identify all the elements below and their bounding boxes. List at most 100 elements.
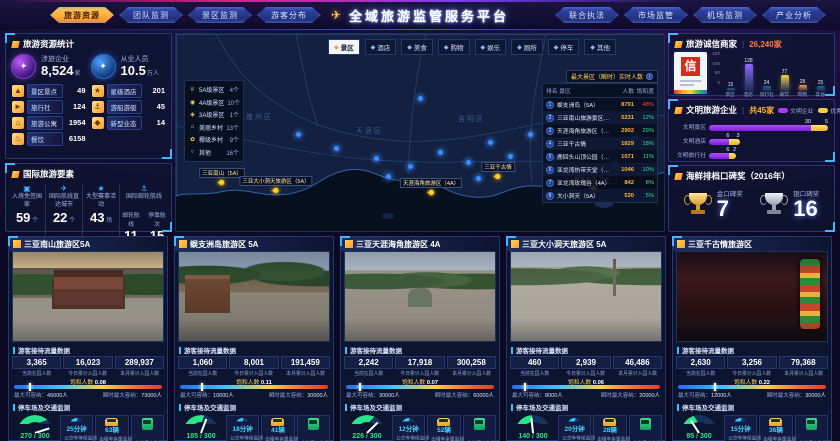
- legend-label: 3A级景区: [199, 110, 224, 119]
- visitor-stat-value: 460: [510, 356, 559, 369]
- pin-label: 三亚南山（5A）: [199, 168, 245, 178]
- instant-capacity: 瞬时最大容纳：20000人: [601, 391, 660, 399]
- live-video-feed[interactable]: [12, 251, 164, 342]
- poi-dot[interactable]: [488, 140, 493, 145]
- legend-count: 13个: [226, 123, 239, 132]
- visitor-stat: 289,937本月累计入园人数: [115, 356, 164, 377]
- nav-tab[interactable]: 联合执法: [555, 7, 619, 23]
- scenic-card-title: 三亚千古情旅游区: [688, 239, 752, 250]
- visitor-stats-row: 2,242当前在园人数17,918今日累计入园人数300,258本月累计入园人数: [341, 356, 499, 377]
- ranking-row[interactable]: 8大小洞天（5A）5305%: [543, 189, 657, 202]
- instant-capacity: 瞬时最大容纳：60000人: [435, 391, 494, 399]
- poi-dot[interactable]: [296, 132, 301, 137]
- map-filter-active[interactable]: ◆景区: [328, 39, 360, 55]
- scenic-area-card: 三亚南山旅游区5A游客接待流量数据3,365当前在园人数16,023今日累计入园…: [8, 236, 168, 441]
- shuttle-bus-tile: 旅游巴士监测: [463, 415, 496, 441]
- traffic-section-header: 停车场及交通监测: [341, 399, 499, 413]
- poi-dot[interactable]: [408, 164, 413, 169]
- nav-tab[interactable]: 游客分布: [257, 7, 321, 23]
- panel-tourism-resources: 旅游资源统计 ✦涉旅企业8,524家✦从业人员10.5万人 ▲景区景点49★星级…: [5, 33, 172, 159]
- ranking-row[interactable]: 6亚龙湾热带天堂（4A）104610%: [543, 163, 657, 176]
- badge-line: [680, 80, 701, 82]
- legend-count: 4个: [230, 85, 239, 94]
- map-filter-label: 停车: [560, 42, 573, 52]
- rank-badge: 7: [546, 179, 554, 187]
- map-filter-item[interactable]: ◆厕所: [511, 39, 543, 55]
- panel-header: 旅游诚信商家 | 26,240家: [669, 34, 834, 52]
- nav-tab[interactable]: 团队监测: [119, 7, 183, 23]
- bar-value: 128: [744, 58, 752, 64]
- max-capacity-value: 12000人: [711, 393, 732, 399]
- pin-label: 三亚千古情: [481, 162, 515, 172]
- scenic-map-pin[interactable]: 天涯海角旅游区（4A）: [400, 178, 462, 196]
- bus-wait-value: 25分钟: [62, 426, 91, 434]
- ranking-row[interactable]: 1蜈支洲岛（5A）879148%: [543, 98, 657, 111]
- bus-wait-value: 12分钟: [394, 426, 423, 434]
- max-capacity: 最大可容纳：30000人: [346, 391, 400, 399]
- rank-badge: 5: [546, 153, 554, 161]
- poi-dot[interactable]: [386, 174, 391, 179]
- bus-wait-tile: 25分钟公交车等候监测: [60, 415, 93, 441]
- map-view[interactable]: ◆景区◆酒店◆美食◆购物◆娱乐◆厕所◆停车◆其他 ♕5A级景区4个◉4A级景区1…: [175, 33, 665, 232]
- map-filter-item[interactable]: ◆娱乐: [475, 39, 507, 55]
- ranking-row[interactable]: 4三亚千古情182918%: [543, 137, 657, 150]
- map-filter-label: 其他: [597, 42, 610, 52]
- poi-dot[interactable]: [374, 156, 379, 161]
- nav-tab[interactable]: 旅游资源: [50, 7, 114, 23]
- poi-dot[interactable]: [418, 96, 423, 101]
- info-icon[interactable]: i: [646, 73, 653, 80]
- scenic-card-title: 三亚大小洞天旅游区 5A: [522, 239, 606, 250]
- taxi-label: 出租车余量监测: [432, 435, 457, 441]
- map-filter-item[interactable]: ◆其他: [584, 39, 616, 55]
- poi-dot[interactable]: [528, 132, 533, 137]
- poi-dot[interactable]: [438, 150, 443, 155]
- scenic-map-pin[interactable]: 三亚南山（5A）: [199, 168, 245, 186]
- saturation-value: 11%: [634, 154, 654, 160]
- visitor-stat-value: 3,256: [727, 356, 776, 369]
- instant-capacity-value: 20000人: [639, 393, 660, 399]
- map-filter-item[interactable]: ◆美食: [401, 39, 433, 55]
- map-filter-item[interactable]: ◆停车: [548, 39, 580, 55]
- scenic-card-icon: [677, 240, 685, 248]
- ranking-row[interactable]: 5鹿回头山顶公园（4A）107111%: [543, 150, 657, 163]
- visitor-stat-value: 2,242: [344, 356, 393, 369]
- travel-agency-icon: ►: [12, 101, 24, 113]
- taxi-icon: [105, 418, 118, 426]
- panel-header: 旅游资源统计: [6, 34, 171, 52]
- nav-tab[interactable]: 机场监测: [693, 7, 757, 23]
- ranking-row[interactable]: 3天涯海角旅游区（4A）290229%: [543, 124, 657, 137]
- map-filter-item[interactable]: ◆购物: [438, 39, 470, 55]
- poi-dot[interactable]: [508, 154, 513, 159]
- panel-reputation-awards: 海鲜排档口碑奖（2016年） 金口碑奖7银口碑奖16: [668, 165, 835, 232]
- bus-wait-tile: 15分钟公交车等候监测: [724, 415, 757, 441]
- card-header: 三亚天涯海角旅游区 4A: [341, 237, 499, 251]
- visitor-count: 1046: [612, 167, 634, 173]
- visitor-stat-value: 300,258: [447, 356, 496, 369]
- map-filter-item[interactable]: ◆酒店: [365, 39, 397, 55]
- panel-header: 国际旅游要素: [6, 164, 171, 182]
- live-video-feed[interactable]: [676, 251, 828, 342]
- map-legend: ♕5A级景区4个◉4A级景区10个◈3A级景区1个⌂美丽乡村13个✿椰级乡村9个…: [184, 80, 244, 162]
- visitors-section-header: 游客接待流量数据: [175, 342, 333, 356]
- ranking-row[interactable]: 2三亚南山旅游景区（5A）523112%: [543, 111, 657, 124]
- yacht-icon: ⚓: [92, 101, 104, 113]
- scenic-map-pin[interactable]: 三亚大小洞天旅游区（5A）: [239, 176, 312, 194]
- nav-tab[interactable]: 市场监管: [624, 7, 688, 23]
- live-video-feed[interactable]: [510, 251, 662, 342]
- poi-dot[interactable]: [334, 146, 339, 151]
- scenic-map-pin[interactable]: 三亚千古情: [481, 162, 515, 180]
- nav-tab[interactable]: 景区监测: [188, 7, 252, 23]
- taxi-icon: [437, 418, 450, 426]
- capacity-row: 最大可容纳：8000人瞬时最大容纳：20000人: [507, 389, 665, 399]
- visitor-count: 530: [612, 193, 634, 199]
- visitor-stat-label: 当前在园人数: [181, 369, 224, 376]
- live-video-feed[interactable]: [178, 251, 330, 342]
- map-filter-icon: ◆: [590, 44, 595, 51]
- nav-tab[interactable]: 产业分析: [762, 7, 826, 23]
- live-video-feed[interactable]: [344, 251, 496, 342]
- ranking-row[interactable]: 7亚龙湾玫瑰谷（4A）8428%: [543, 176, 657, 189]
- trophy-base: [691, 210, 705, 214]
- civilized-row: 文明酒店63: [675, 134, 828, 146]
- poi-dot[interactable]: [466, 160, 471, 165]
- traffic-row: 140 / 300停车场余位监测20分钟公交车等候监测28辆出租车余量监测 旅游…: [507, 413, 665, 441]
